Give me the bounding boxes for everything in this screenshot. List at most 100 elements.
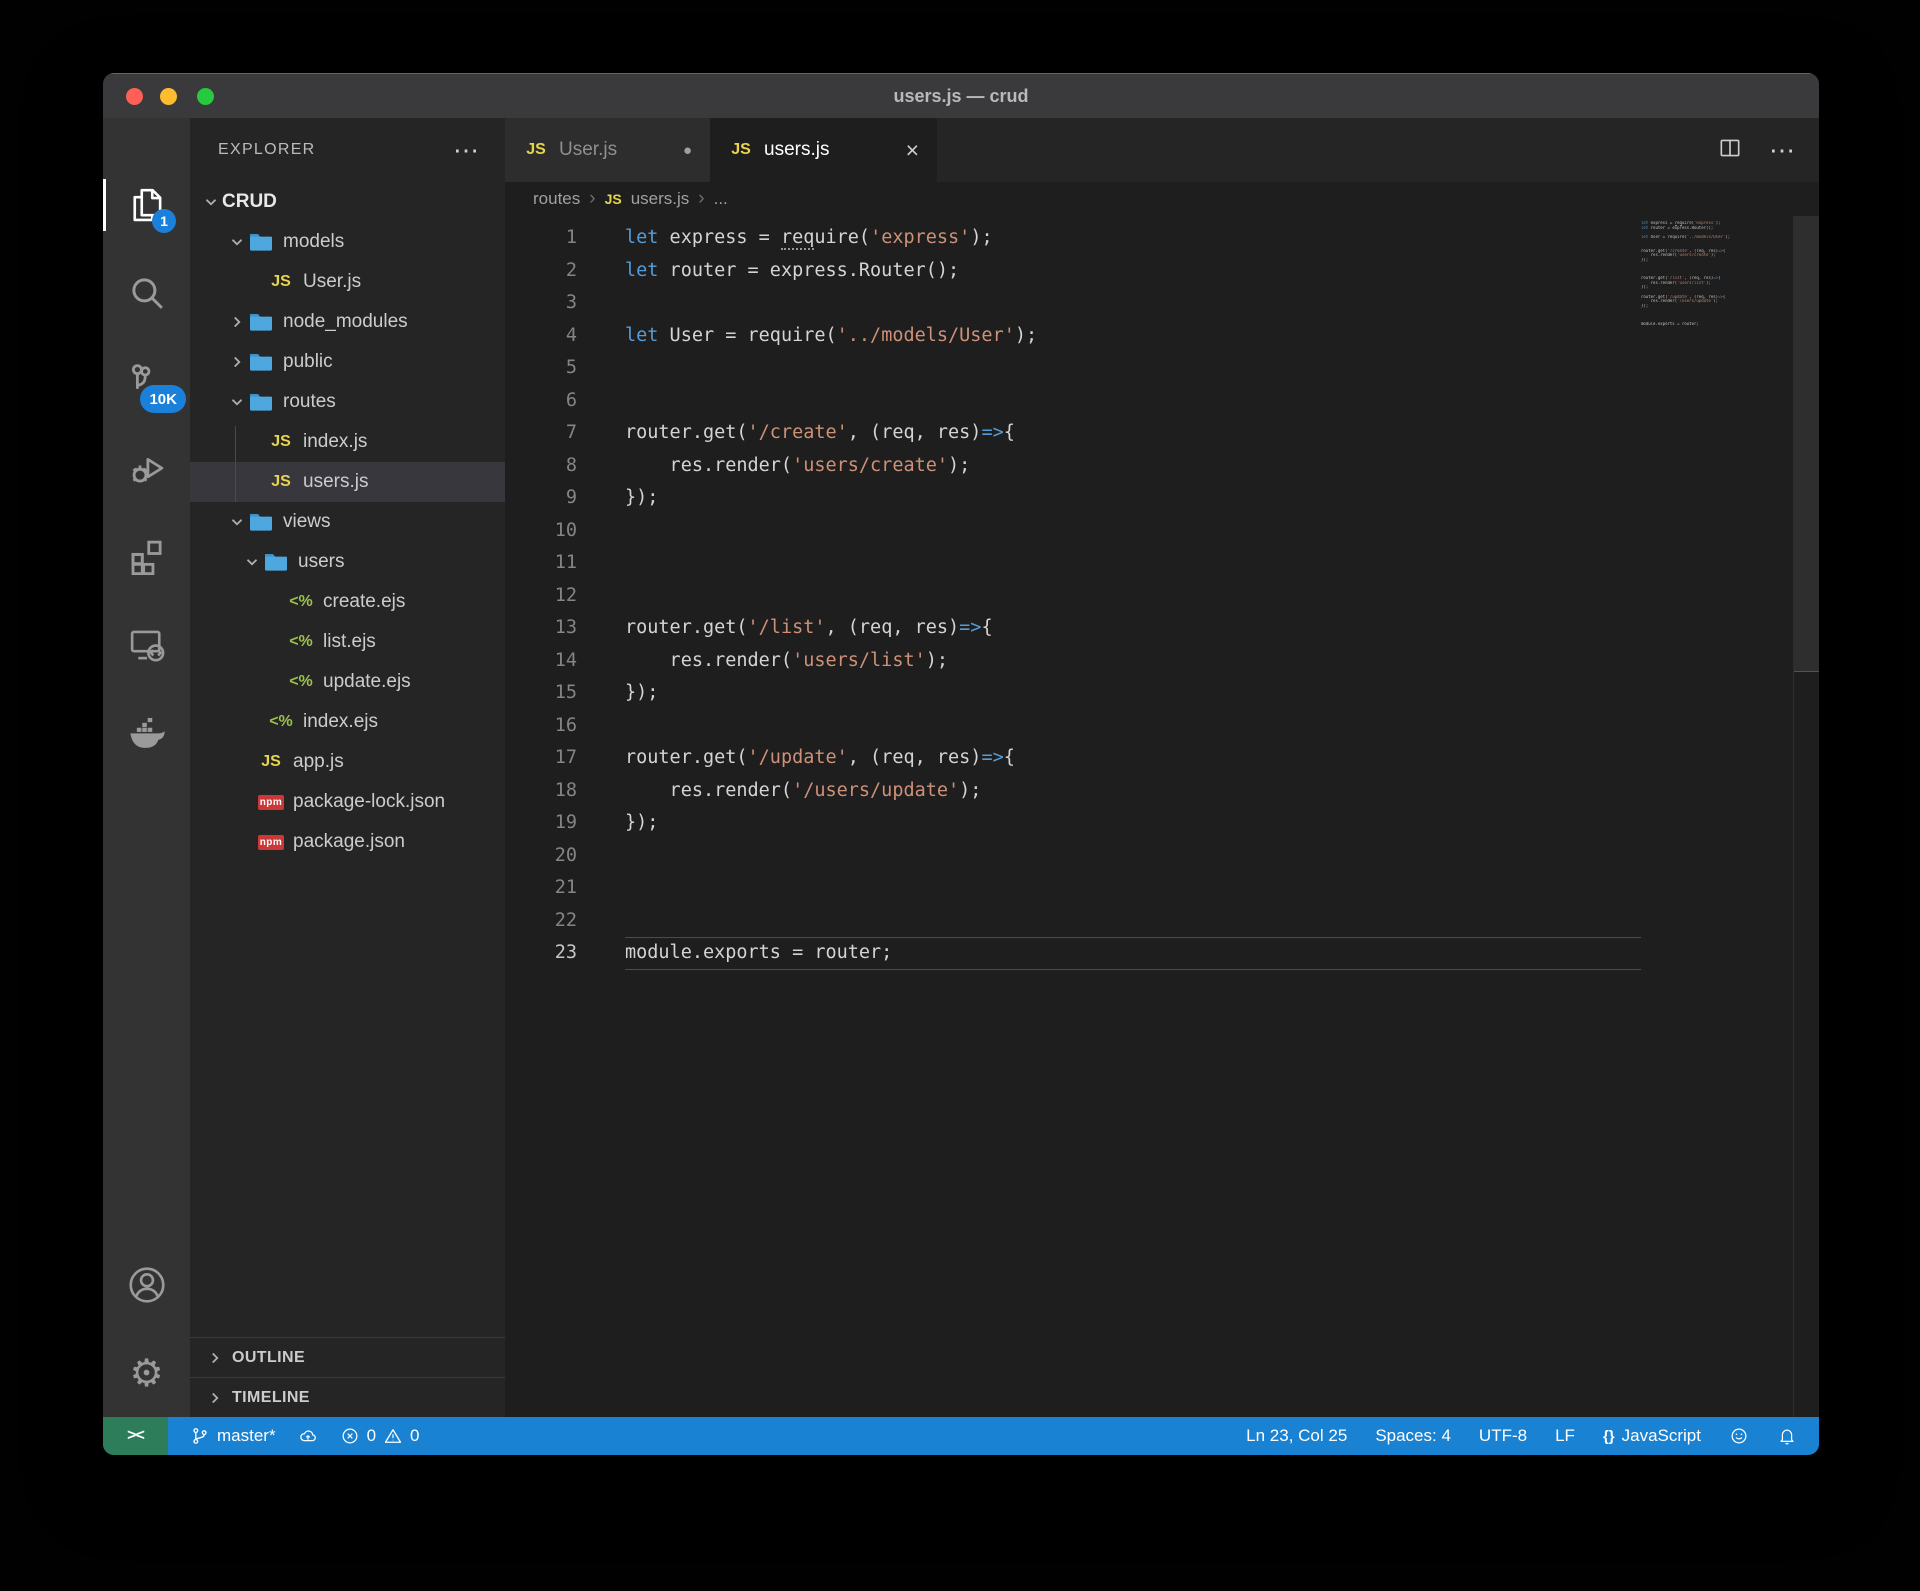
tree-item-update-ejs[interactable]: <%update.ejs — [190, 662, 505, 702]
docker-icon[interactable] — [103, 689, 190, 777]
scrollbar-slider[interactable] — [1794, 216, 1819, 672]
tree-item-index-ejs[interactable]: <%index.ejs — [190, 702, 505, 742]
tree-item-package-json[interactable]: npmpackage.json — [190, 822, 505, 862]
tab-users-js[interactable]: JS users.js × — [710, 118, 937, 182]
outline-panel-header[interactable]: OUTLINE — [190, 1337, 505, 1377]
code-line-22[interactable]: 22 — [505, 905, 1819, 938]
timeline-panel-header[interactable]: TIMELINE — [190, 1377, 505, 1417]
code-line-3[interactable]: 3 — [505, 287, 1819, 320]
split-editor-icon[interactable] — [1717, 135, 1743, 166]
ejs-file-icon: <% — [288, 631, 314, 653]
line-number: 9 — [505, 482, 577, 515]
tree-item-list-ejs[interactable]: <%list.ejs — [190, 622, 505, 662]
feedback-item[interactable] — [1729, 1426, 1749, 1446]
code-line-9[interactable]: 9}); — [505, 482, 1819, 515]
code-line-5[interactable]: 5 — [505, 352, 1819, 385]
tree-item-label: node_modules — [283, 311, 408, 333]
source-control-icon[interactable]: 10K — [103, 337, 190, 425]
tree-item-index-js[interactable]: JSindex.js — [190, 422, 505, 462]
line-number: 20 — [505, 840, 577, 873]
code-line-12[interactable]: 12 — [505, 580, 1819, 613]
tree-item-models[interactable]: models — [190, 222, 505, 262]
code-line-4[interactable]: 4let User = require('../models/User'); — [505, 320, 1819, 353]
code-line-17[interactable]: 17router.get('/update', (req, res)=>{ — [505, 742, 1819, 775]
run-debug-icon[interactable] — [103, 425, 190, 513]
code-line-8[interactable]: 8 res.render('users/create'); — [505, 450, 1819, 483]
tree-item-users-js[interactable]: JSusers.js — [190, 462, 505, 502]
code-line-23[interactable]: 23module.exports = router; — [505, 937, 1819, 970]
tree-item-create-ejs[interactable]: <%create.ejs — [190, 582, 505, 622]
line-content: res.render('users/list'); — [625, 645, 948, 678]
explorer-sidebar: EXPLORER ⋯ CRUDmodelsJSUser.jsnode_modul… — [190, 118, 505, 1417]
line-content — [625, 840, 636, 873]
code-line-11[interactable]: 11 — [505, 547, 1819, 580]
notifications-item[interactable] — [1777, 1426, 1797, 1446]
close-tab-icon[interactable]: × — [906, 139, 919, 162]
folder-icon — [248, 311, 274, 333]
indentation-item[interactable]: Spaces: 4 — [1375, 1426, 1451, 1446]
editor-actions: ⋯ — [1717, 118, 1819, 182]
line-content: }); — [625, 677, 658, 710]
code-line-10[interactable]: 10 — [505, 515, 1819, 548]
eol-item[interactable]: LF — [1555, 1426, 1575, 1446]
code-line-15[interactable]: 15}); — [505, 677, 1819, 710]
code-line-20[interactable]: 20 — [505, 840, 1819, 873]
search-icon[interactable] — [103, 249, 190, 337]
explorer-icon[interactable]: 1 — [103, 161, 190, 249]
line-content — [625, 352, 636, 385]
tab-bar: JS User.js ● JS users.js × ⋯ — [505, 118, 1819, 182]
code-line-2[interactable]: 2let router = express.Router(); — [505, 255, 1819, 288]
remote-explorer-icon[interactable] — [103, 601, 190, 689]
code-editor[interactable]: 1let express = require('express');2let r… — [505, 216, 1819, 1417]
breadcrumb-folder[interactable]: routes — [533, 189, 580, 209]
settings-gear-icon[interactable]: ⚙ — [103, 1329, 190, 1417]
sync-changes-item[interactable] — [298, 1426, 318, 1446]
tree-item-node-modules[interactable]: node_modules — [190, 302, 505, 342]
tree-item-label: models — [283, 231, 344, 253]
code-line-7[interactable]: 7router.get('/create', (req, res)=>{ — [505, 417, 1819, 450]
tab-user-js[interactable]: JS User.js ● — [505, 118, 710, 182]
modified-dot-icon[interactable]: ● — [683, 142, 692, 159]
line-number: 22 — [505, 905, 577, 938]
encoding-item[interactable]: UTF-8 — [1479, 1426, 1527, 1446]
extensions-icon[interactable] — [103, 513, 190, 601]
line-content: res.render('users/create'); — [625, 450, 970, 483]
language-mode-item[interactable]: {} JavaScript — [1603, 1426, 1701, 1446]
code-line-14[interactable]: 14 res.render('users/list'); — [505, 645, 1819, 678]
chevron-separator-icon: › — [589, 188, 595, 210]
tree-item-user-js[interactable]: JSUser.js — [190, 262, 505, 302]
tree-item-users[interactable]: users — [190, 542, 505, 582]
accounts-icon[interactable] — [103, 1241, 190, 1329]
tree-item-routes[interactable]: routes — [190, 382, 505, 422]
code-line-16[interactable]: 16 — [505, 710, 1819, 743]
code-line-13[interactable]: 13router.get('/list', (req, res)=>{ — [505, 612, 1819, 645]
editor-more-actions-icon[interactable]: ⋯ — [1769, 137, 1795, 163]
tree-item-label: users.js — [303, 471, 368, 493]
breadcrumb-file[interactable]: users.js — [631, 189, 690, 209]
tree-item-views[interactable]: views — [190, 502, 505, 542]
code-line-1[interactable]: 1let express = require('express'); — [505, 222, 1819, 255]
code-line-18[interactable]: 18 res.render('/users/update'); — [505, 775, 1819, 808]
bell-icon — [1777, 1426, 1797, 1446]
line-number: 1 — [505, 222, 577, 255]
scrollbar[interactable] — [1793, 216, 1819, 1417]
line-number: 23 — [505, 937, 577, 970]
remote-indicator[interactable]: >< — [103, 1417, 168, 1455]
code-line-21[interactable]: 21 — [505, 872, 1819, 905]
titlebar[interactable]: users.js — crud — [103, 73, 1819, 118]
tree-item-public[interactable]: public — [190, 342, 505, 382]
tree-item-crud[interactable]: CRUD — [190, 182, 505, 222]
tree-item-label: create.ejs — [323, 591, 405, 613]
code-line-6[interactable]: 6 — [505, 385, 1819, 418]
line-number: 11 — [505, 547, 577, 580]
tree-item-app-js[interactable]: JSapp.js — [190, 742, 505, 782]
minimap[interactable]: let express = require('express');let rou… — [1641, 216, 1794, 1417]
explorer-actions-more-icon[interactable]: ⋯ — [453, 137, 479, 163]
git-branch-item[interactable]: master* — [190, 1426, 276, 1446]
cursor-position-item[interactable]: Ln 23, Col 25 — [1246, 1426, 1347, 1446]
breadcrumb-more[interactable]: ... — [714, 189, 728, 209]
problems-item[interactable]: 0 0 — [340, 1426, 420, 1446]
code-line-19[interactable]: 19}); — [505, 807, 1819, 840]
tree-item-package-lock-json[interactable]: npmpackage-lock.json — [190, 782, 505, 822]
folder-icon — [248, 391, 274, 413]
